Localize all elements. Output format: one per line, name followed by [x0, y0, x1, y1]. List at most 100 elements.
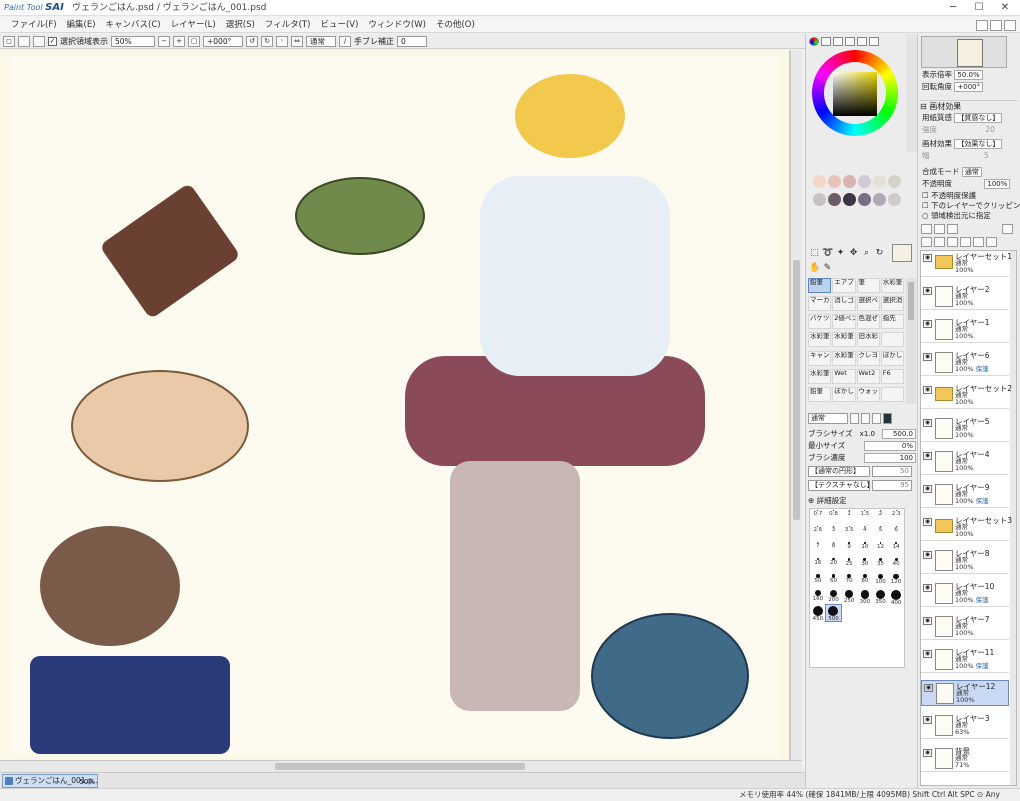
brush-tool-9[interactable]: 2値ペン	[832, 314, 856, 330]
brush-size-value[interactable]: 500.0	[882, 428, 916, 439]
brush-texture-select[interactable]: 【テクスチャなし】	[808, 480, 870, 491]
brush-mode-select[interactable]: 通常	[808, 412, 848, 424]
swatch[interactable]	[888, 193, 901, 206]
brush-tool-19[interactable]: ぼかし	[880, 350, 904, 366]
brush-tool-6[interactable]: 選択ペン	[856, 296, 880, 312]
layer-row[interactable]: ◉ レイヤー1 通常 100%	[921, 317, 1009, 343]
brush-grid-scrollbar[interactable]	[906, 278, 916, 404]
zoom-in-icon[interactable]: +	[173, 35, 185, 47]
eye-icon[interactable]: ◉	[923, 254, 932, 262]
hsv-slider-icon[interactable]	[833, 36, 843, 46]
brush-size-preset[interactable]: 70	[841, 573, 857, 589]
document-tab[interactable]: ヴェランごはん_001.p.. 50%	[2, 774, 98, 788]
clipping-row[interactable]: ☐ 下のレイヤーでクリッピング	[922, 201, 1020, 211]
eye-icon[interactable]: ◉	[924, 684, 933, 692]
brush-tool-13[interactable]: 水彩筆	[832, 332, 856, 348]
layer-blend-select[interactable]: 通常	[961, 167, 982, 177]
brush-size-preset[interactable]: 2.6	[810, 525, 826, 541]
eye-icon[interactable]: ◉	[923, 320, 932, 328]
hand-icon[interactable]: ✋	[809, 263, 820, 274]
vertical-scroll-thumb[interactable]	[793, 260, 800, 520]
paper-effect-select[interactable]: 【効果なし】	[954, 139, 1003, 149]
swatch[interactable]	[828, 175, 841, 188]
rotate-reset-icon[interactable]: ◦	[276, 35, 288, 47]
brush-size-preset[interactable]: 16	[810, 557, 826, 573]
brush-size-preset[interactable]: 50	[810, 573, 826, 589]
layer-row[interactable]: ◉ 背景 通常 71%	[921, 746, 1009, 772]
brush-size-preset[interactable]: 1	[841, 509, 857, 525]
brush-size-preset[interactable]: 12	[873, 541, 889, 557]
layer-folder-row[interactable]: ◉ レイヤーセット1 通常 100%	[921, 251, 1012, 277]
rotate-tool-icon[interactable]: ↻	[874, 248, 885, 259]
brush-tool-4[interactable]: マーカー	[808, 296, 832, 312]
brush-size-preset[interactable]: 40	[888, 557, 904, 573]
horizontal-scroll-thumb[interactable]	[275, 763, 525, 770]
merge-down-icon[interactable]	[934, 237, 945, 247]
swatch[interactable]	[813, 175, 826, 188]
eye-icon[interactable]: ◉	[923, 617, 932, 625]
swatch[interactable]	[858, 193, 871, 206]
eye-icon[interactable]: ◉	[923, 584, 932, 592]
edge-solid-icon[interactable]	[883, 412, 892, 424]
protect-alpha-row[interactable]: ☐ 不透明度保護	[922, 191, 976, 201]
rotate-left-icon[interactable]: ↺	[246, 35, 258, 47]
brush-size-preset[interactable]: 160	[810, 589, 826, 605]
brush-tool-3[interactable]: 水彩筆	[880, 278, 904, 293]
color-panel-scrollbar[interactable]	[906, 34, 917, 152]
brush-size-preset[interactable]: 2	[873, 509, 889, 525]
brush-tool-2[interactable]: 筆	[856, 278, 880, 293]
menu-layer[interactable]: レイヤー(L)	[166, 17, 221, 33]
layer-row[interactable]: ◉ レイヤー8 通常 100%	[921, 548, 1009, 574]
zoom-out-icon[interactable]: −	[158, 35, 170, 47]
brush-tool-16[interactable]: キャンバス	[808, 350, 832, 366]
layer-row[interactable]: ◉ レイヤー12 通常 100%	[921, 680, 1009, 706]
eyedropper-icon[interactable]: ✎	[822, 263, 833, 274]
intermediate-color-icon[interactable]	[845, 36, 855, 46]
brush-size-preset[interactable]: 6	[888, 525, 904, 541]
layer-row[interactable]: ◉ レイヤー5 通常 100%	[921, 416, 1009, 442]
menu-filter[interactable]: フィルタ(T)	[260, 17, 316, 33]
brush-tool-12[interactable]: 水彩筆	[808, 332, 832, 348]
layer-menu-icon[interactable]	[1002, 224, 1013, 234]
eye-icon[interactable]: ◉	[923, 551, 932, 559]
brush-size-preset[interactable]: 350	[873, 589, 889, 605]
menu-window[interactable]: ウィンドウ(W)	[363, 17, 431, 33]
layer-row[interactable]: ◉ レイヤー10 通常 100% 保護	[921, 581, 1009, 607]
eye-icon[interactable]: ◉	[923, 716, 932, 724]
edge-soft-icon[interactable]	[872, 412, 881, 424]
navigator[interactable]	[921, 36, 1007, 68]
canvas-area[interactable]	[0, 50, 790, 760]
brush-tool-18[interactable]: クレヨン	[856, 350, 880, 366]
brush-size-preset[interactable]: 450	[810, 605, 826, 622]
brush-size-preset[interactable]: 14	[888, 541, 904, 557]
brush-size-preset[interactable]: 500	[824, 604, 843, 622]
panel-toggle-icon[interactable]	[1004, 19, 1016, 31]
swatch[interactable]	[888, 175, 901, 188]
brush-size-preset[interactable]: 5	[873, 525, 889, 541]
layer-row[interactable]: ◉ レイヤー7 通常 100%	[921, 614, 1009, 640]
brush-size-preset[interactable]: 30	[857, 557, 873, 573]
paper-texture-strength-value[interactable]: 20	[985, 125, 995, 134]
rotation-select[interactable]: +000°	[203, 35, 243, 47]
brush-tool-15[interactable]	[880, 332, 904, 348]
new-linework-layer-icon[interactable]	[934, 224, 945, 234]
deselect-icon[interactable]: ◻	[3, 35, 15, 47]
brush-tool-26[interactable]: ウォッシュ	[856, 386, 880, 402]
brush-tool-8[interactable]: バケツ	[808, 314, 832, 330]
color-wheel-icon[interactable]	[809, 36, 819, 46]
brush-size-preset[interactable]: 80	[857, 573, 873, 589]
clear-layer-icon[interactable]	[960, 237, 971, 247]
menu-select[interactable]: 選択(S)	[221, 17, 260, 33]
transfer-down-icon[interactable]	[921, 237, 932, 247]
layer-folder-row[interactable]: ◉ レイヤーセット3 通常 100%	[921, 515, 1012, 541]
detail-settings-toggle[interactable]: ⊕ 詳細設定	[808, 495, 847, 506]
eye-icon[interactable]: ◉	[923, 287, 932, 295]
menu-canvas[interactable]: キャンバス(C)	[101, 17, 166, 33]
canvas-horizontal-scrollbar[interactable]	[0, 760, 802, 772]
density-value[interactable]: 100	[864, 452, 916, 463]
paper-effect-header[interactable]: ⊟ 画材効果	[920, 100, 1017, 111]
layer-row[interactable]: ◉ レイヤー6 通常 100% 保護	[921, 350, 1009, 376]
brush-size-preset[interactable]: 25	[841, 557, 857, 573]
edge-hard-icon[interactable]	[850, 412, 859, 424]
brush-size-preset[interactable]: 0.8	[826, 509, 842, 525]
